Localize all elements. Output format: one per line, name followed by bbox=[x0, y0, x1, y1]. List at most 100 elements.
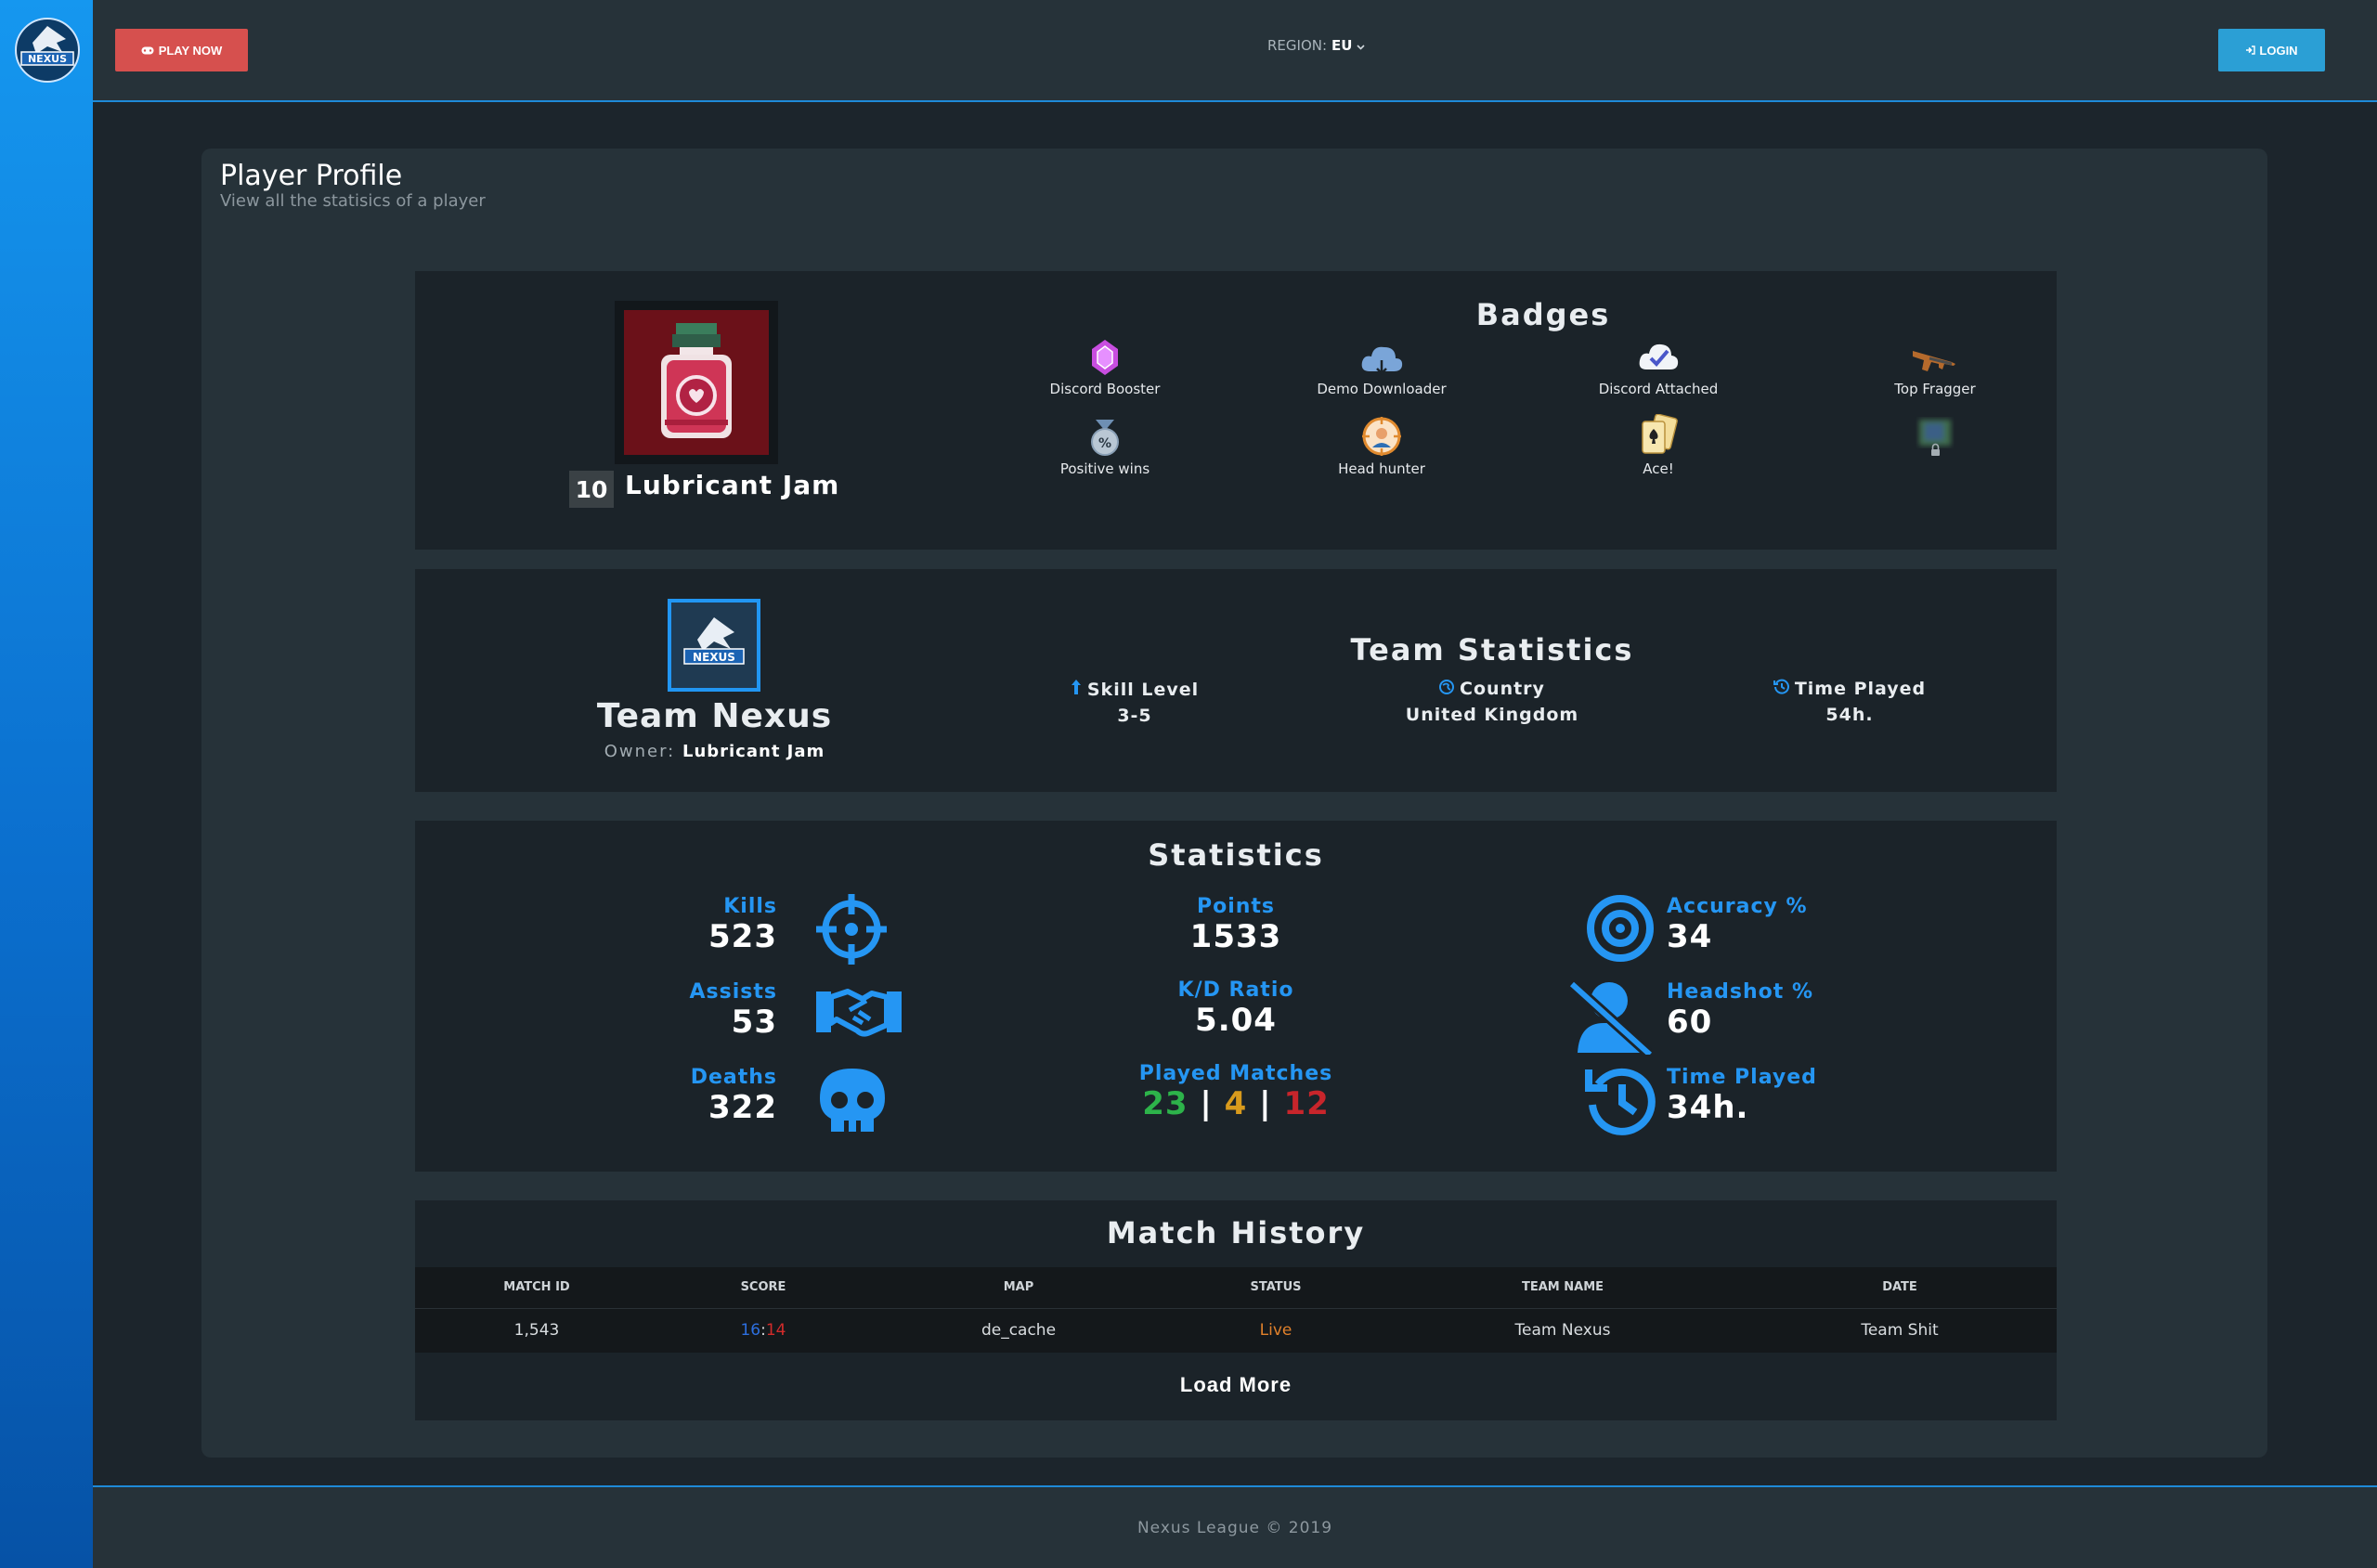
badge-head-hunter[interactable]: Head hunter bbox=[1284, 414, 1479, 477]
badge-label: Top Fragger bbox=[1894, 381, 1976, 397]
played-matches-label: Played Matches bbox=[1138, 1062, 1333, 1085]
points-label: Points bbox=[1196, 895, 1276, 918]
stat-headshot: Headshot % 60 bbox=[1667, 980, 1871, 1041]
headshot-label: Headshot % bbox=[1667, 980, 1814, 1004]
team-owner: Owner: Lubricant Jam bbox=[573, 742, 856, 761]
badge-label: Demo Downloader bbox=[1317, 381, 1447, 397]
region-selector[interactable]: REGION: EU bbox=[1267, 37, 1366, 54]
svg-text:NEXUS: NEXUS bbox=[693, 651, 735, 664]
player-avatar bbox=[624, 310, 769, 455]
kd-ratio-label: K/D Ratio bbox=[1177, 978, 1294, 1002]
matches-lost: 12 bbox=[1283, 1085, 1330, 1122]
team-country: Country United Kingdom bbox=[1353, 679, 1631, 725]
handshake-icon bbox=[816, 986, 902, 1042]
play-now-button[interactable]: PLAY NOW bbox=[115, 29, 248, 71]
svg-text:NEXUS: NEXUS bbox=[28, 53, 67, 65]
badge-locked[interactable] bbox=[1838, 414, 2033, 460]
chevron-down-icon bbox=[1357, 37, 1366, 54]
login-label: LOGIN bbox=[2259, 43, 2298, 58]
badge-label: Ace! bbox=[1643, 460, 1674, 477]
history-icon bbox=[1773, 679, 1789, 699]
stat-kills: Kills 523 bbox=[591, 895, 777, 955]
column-header[interactable]: Score bbox=[658, 1267, 868, 1308]
statistics-panel: Statistics Kills 523 Assists 53 Deaths 3… bbox=[415, 821, 2057, 1172]
skill-level-value: 3-5 bbox=[1117, 706, 1152, 726]
status-cell: Live bbox=[1169, 1307, 1383, 1353]
column-header[interactable]: Map bbox=[868, 1267, 1169, 1308]
globe-icon bbox=[1439, 679, 1455, 699]
match-history-table: Match ID Score Map Status Team Name Date… bbox=[415, 1267, 2057, 1353]
accuracy-label: Accuracy % bbox=[1667, 895, 1808, 918]
accuracy-value: 34 bbox=[1667, 918, 1713, 955]
footer-copyright: Nexus League © 2019 bbox=[1137, 1519, 1333, 1537]
skull-icon bbox=[818, 1067, 887, 1141]
column-header[interactable]: Team Name bbox=[1383, 1267, 1743, 1308]
owner-name[interactable]: Lubricant Jam bbox=[682, 742, 825, 761]
stat-deaths: Deaths 322 bbox=[591, 1066, 777, 1126]
badges-title: Badges bbox=[1475, 297, 1611, 332]
country-label: Country bbox=[1460, 679, 1545, 699]
crosshair-head-icon bbox=[1361, 416, 1402, 457]
gamepad-icon bbox=[141, 44, 154, 58]
region-value: EU bbox=[1331, 37, 1353, 54]
score-cell: 16:14 bbox=[658, 1307, 868, 1353]
assists-label: Assists bbox=[689, 980, 777, 1004]
deaths-value: 322 bbox=[708, 1089, 777, 1126]
user-slash-icon bbox=[1566, 978, 1656, 1058]
footer: Nexus League © 2019 bbox=[93, 1485, 2377, 1568]
match-id-cell: 1,543 bbox=[415, 1307, 658, 1353]
column-header[interactable]: Date bbox=[1743, 1267, 2057, 1308]
badge-label: Positive wins bbox=[1059, 460, 1150, 477]
match-history-panel: Match History Match ID Score Map Status … bbox=[415, 1200, 2057, 1420]
stat-assists: Assists 53 bbox=[591, 980, 777, 1041]
rifle-icon bbox=[1911, 345, 1959, 377]
time-played-label: Time Played bbox=[1667, 1066, 1817, 1089]
table-row[interactable]: 1,543 16:14 de_cache Live Team Nexus Tea… bbox=[415, 1307, 2057, 1353]
time-played-value: 54h. bbox=[1825, 705, 1874, 725]
player-name: Lubricant Jam bbox=[625, 470, 840, 500]
kd-ratio-value: 5.04 bbox=[1195, 1002, 1277, 1039]
headshot-value: 60 bbox=[1667, 1004, 1713, 1041]
badge-demo-downloader[interactable]: Demo Downloader bbox=[1284, 334, 1479, 397]
badge-discord-booster[interactable]: Discord Booster bbox=[1007, 334, 1202, 397]
player-level-badge: 10 bbox=[569, 471, 614, 508]
score-team-b: 14 bbox=[765, 1321, 786, 1341]
country-value: United Kingdom bbox=[1405, 705, 1579, 725]
team-logo[interactable]: NEXUS bbox=[668, 599, 760, 692]
badge-discord-attached[interactable]: Discord Attached bbox=[1561, 334, 1756, 397]
team-name: Team Nexus bbox=[596, 697, 833, 735]
badge-positive-wins[interactable]: % Positive wins bbox=[1007, 414, 1202, 477]
badge-ace[interactable]: Ace! bbox=[1561, 414, 1756, 477]
separator: | bbox=[1259, 1085, 1272, 1122]
locked-badge-icon bbox=[1912, 414, 1958, 457]
owner-label: Owner: bbox=[604, 742, 676, 761]
gem-icon bbox=[1089, 338, 1121, 377]
nexus-logo[interactable]: NEXUS bbox=[12, 15, 83, 85]
matches-drawn: 4 bbox=[1224, 1085, 1248, 1122]
separator: | bbox=[1200, 1085, 1213, 1122]
player-profile-card: Player Profile View all the statisics of… bbox=[201, 149, 2267, 1458]
team-statistics-title: Team Statistics bbox=[1350, 632, 1634, 667]
play-now-label: PLAY NOW bbox=[158, 43, 223, 58]
table-header-row: Match ID Score Map Status Team Name Date bbox=[415, 1267, 2057, 1308]
time-played-label: Time Played bbox=[1794, 679, 1927, 699]
map-cell: de_cache bbox=[868, 1307, 1169, 1353]
assists-value: 53 bbox=[731, 1004, 777, 1041]
team-name-cell: Team Nexus bbox=[1383, 1307, 1743, 1353]
svg-text:%: % bbox=[1098, 436, 1111, 451]
played-matches-value: 23 | 4 | 12 bbox=[1069, 1085, 1403, 1122]
player-panel: 10 Lubricant Jam Badges Discord Booster … bbox=[415, 271, 2057, 550]
badge-top-fragger[interactable]: Top Fragger bbox=[1838, 334, 2033, 397]
skill-level-label: Skill Level bbox=[1086, 679, 1200, 700]
team-time-played: Time Played 54h. bbox=[1710, 679, 1989, 725]
load-more-button[interactable]: Load More bbox=[1097, 1373, 1375, 1397]
login-button[interactable]: LOGIN bbox=[2218, 29, 2325, 71]
kills-value: 523 bbox=[708, 918, 777, 955]
top-bar: PLAY NOW REGION: EU LOGIN bbox=[93, 0, 2377, 102]
column-header[interactable]: Status bbox=[1169, 1267, 1383, 1308]
stat-time-played: Time Played 34h. bbox=[1667, 1066, 1871, 1126]
deaths-label: Deaths bbox=[690, 1066, 777, 1089]
column-header[interactable]: Match ID bbox=[415, 1267, 658, 1308]
points-value: 1533 bbox=[1189, 918, 1282, 955]
badge-label: Head hunter bbox=[1338, 460, 1425, 477]
